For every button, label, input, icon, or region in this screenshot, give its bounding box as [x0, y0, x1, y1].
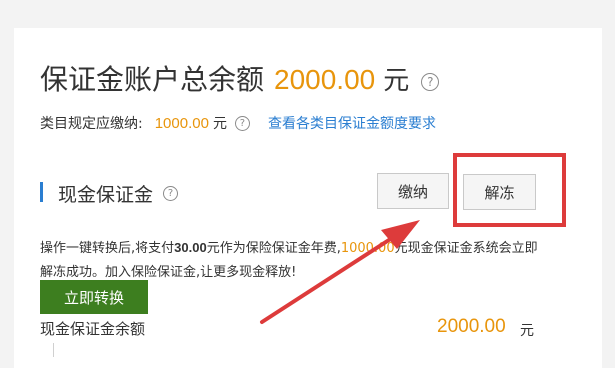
- notice-amount: 1000.00: [340, 241, 395, 256]
- category-requirements-link[interactable]: 查看各类目保证金额度要求: [268, 113, 436, 133]
- pay-button[interactable]: 缴纳: [377, 173, 449, 209]
- required-amount-unit: 元: [212, 116, 227, 132]
- cash-balance-label: 现金保证金余额: [40, 320, 146, 338]
- help-icon[interactable]: ?: [421, 73, 440, 91]
- required-amount-row: 类目规定应缴纳: 1000.00 元 ? 查看各类目保证金额度要求: [40, 113, 436, 133]
- cash-balance-unit: 元: [520, 323, 534, 339]
- cash-deposit-section-title: 现金保证金 ?: [58, 180, 179, 207]
- help-icon[interactable]: ?: [163, 186, 179, 201]
- notice-text-2: 元作为保险保证金年费,: [206, 241, 341, 256]
- notice-text-1: 操作一键转换后,将支付: [40, 241, 175, 256]
- section-title-text: 现金保证金: [58, 184, 154, 206]
- page-title: 保证金账户总余额: [40, 63, 265, 96]
- required-amount-value: 1000.00: [154, 114, 209, 132]
- required-amount-label: 类目规定应缴纳:: [40, 116, 143, 132]
- conversion-notice: 操作一键转换后,将支付30.00元作为保险保证金年费,1000.00元现金保证金…: [40, 236, 540, 285]
- help-icon[interactable]: ?: [234, 115, 250, 131]
- annotation-highlight-box: [453, 153, 566, 227]
- total-balance-amount: 2000.00: [274, 64, 376, 95]
- section-accent-bar: [40, 182, 43, 202]
- cash-balance-amount: 2000.00: [437, 316, 506, 337]
- total-balance-header: 保证金账户总余额 2000.00 元 ?: [40, 58, 440, 98]
- convert-now-button[interactable]: 立即转换: [40, 280, 148, 314]
- notice-fee: 30.00: [174, 240, 207, 255]
- total-balance-unit: 元: [383, 66, 410, 96]
- divider: [53, 343, 54, 357]
